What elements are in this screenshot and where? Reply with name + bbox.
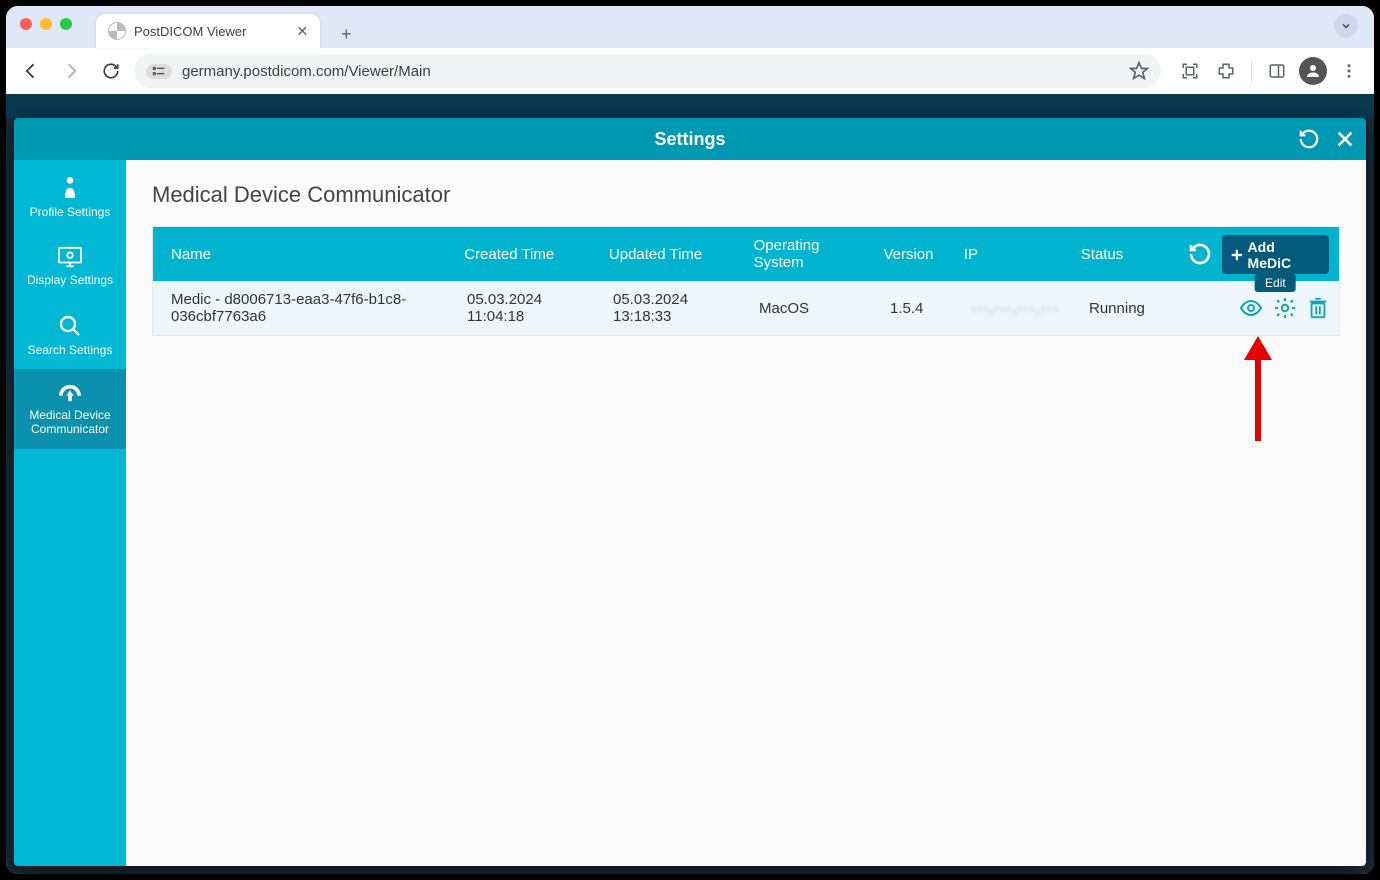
medic-table: Name Created Time Updated Time Operating…: [152, 226, 1340, 336]
url-bar[interactable]: germany.postdicom.com/Viewer/Main: [134, 54, 1161, 88]
table-header: Name Created Time Updated Time Operating…: [153, 227, 1339, 281]
new-tab-button[interactable]: +: [332, 20, 360, 48]
cell-name: Medic - d8006713-eaa3-47f6-b1c8-036cbf77…: [163, 291, 459, 325]
extensions-icon[interactable]: [1209, 54, 1243, 88]
col-created[interactable]: Created Time: [456, 246, 601, 263]
settings-content: Medical Device Communicator Name Created…: [126, 160, 1366, 866]
nav-label: Search Settings: [28, 344, 113, 358]
browser-toolbar: germany.postdicom.com/Viewer/Main: [6, 48, 1374, 95]
nav-label: Medical Device Communicator: [18, 409, 122, 437]
table-refresh-icon[interactable]: [1188, 242, 1212, 266]
nav-medical-device-communicator[interactable]: Medical Device Communicator: [14, 369, 126, 449]
modal-refresh-icon[interactable]: [1298, 128, 1320, 150]
add-medic-label: Add MeDiC: [1248, 239, 1321, 271]
nav-profile-settings[interactable]: Profile Settings: [14, 160, 126, 232]
cell-version: 1.5.4: [882, 300, 963, 317]
page-title: Medical Device Communicator: [152, 182, 1340, 208]
nav-reload-button[interactable]: [94, 54, 128, 88]
add-medic-button[interactable]: Add MeDiC Edit: [1222, 235, 1329, 274]
ext-focus-icon[interactable]: [1173, 54, 1207, 88]
col-ip[interactable]: IP: [956, 246, 1073, 263]
edit-tooltip: Edit: [1255, 274, 1296, 292]
cell-ip: ···.···.···.···: [963, 300, 1081, 317]
modal-header: Settings: [14, 118, 1366, 160]
bookmark-star-icon[interactable]: [1129, 61, 1149, 81]
window-controls: [20, 18, 72, 30]
row-view-icon[interactable]: [1239, 296, 1263, 320]
browser-tabstrip: PostDICOM Viewer ✕ +: [6, 6, 1374, 48]
nav-display-settings[interactable]: Display Settings: [14, 232, 126, 300]
tab-close-icon[interactable]: ✕: [296, 23, 308, 40]
cell-os: MacOS: [751, 300, 882, 317]
nav-search-settings[interactable]: Search Settings: [14, 300, 126, 370]
cell-created: 05.03.2024 11:04:18: [459, 291, 605, 325]
col-status[interactable]: Status: [1073, 246, 1188, 263]
cell-updated: 05.03.2024 13:18:33: [605, 291, 751, 325]
settings-modal: Settings: [14, 118, 1366, 866]
tab-title: PostDICOM Viewer: [134, 24, 246, 39]
cell-status: Running: [1081, 300, 1197, 317]
app-viewport: Settings: [6, 94, 1374, 874]
settings-sidenav: Profile Settings Display Settings Search…: [14, 160, 126, 866]
row-delete-icon[interactable]: [1307, 296, 1329, 320]
modal-title: Settings: [654, 129, 725, 150]
nav-label: Profile Settings: [30, 206, 111, 220]
window-minimize-button[interactable]: [40, 18, 52, 30]
tab-search-button[interactable]: [1334, 14, 1358, 38]
browser-tab[interactable]: PostDICOM Viewer ✕: [96, 14, 320, 48]
side-panel-icon[interactable]: [1260, 54, 1294, 88]
nav-label: Display Settings: [27, 274, 113, 288]
col-os[interactable]: Operating System: [746, 237, 876, 271]
url-text: germany.postdicom.com/Viewer/Main: [182, 63, 431, 80]
window-maximize-button[interactable]: [60, 18, 72, 30]
modal-close-icon[interactable]: [1334, 128, 1356, 150]
col-version[interactable]: Version: [875, 246, 955, 263]
table-row[interactable]: Medic - d8006713-eaa3-47f6-b1c8-036cbf77…: [153, 281, 1339, 335]
kebab-menu-icon[interactable]: [1332, 54, 1366, 88]
profile-avatar-icon[interactable]: [1296, 54, 1330, 88]
nav-back-button[interactable]: [14, 54, 48, 88]
window-close-button[interactable]: [20, 18, 32, 30]
site-info-icon[interactable]: [146, 64, 172, 79]
nav-forward-button[interactable]: [54, 54, 88, 88]
col-name[interactable]: Name: [163, 246, 456, 263]
row-edit-gear-icon[interactable]: [1273, 296, 1297, 320]
tab-favicon-icon: [108, 22, 126, 40]
col-updated[interactable]: Updated Time: [601, 246, 746, 263]
